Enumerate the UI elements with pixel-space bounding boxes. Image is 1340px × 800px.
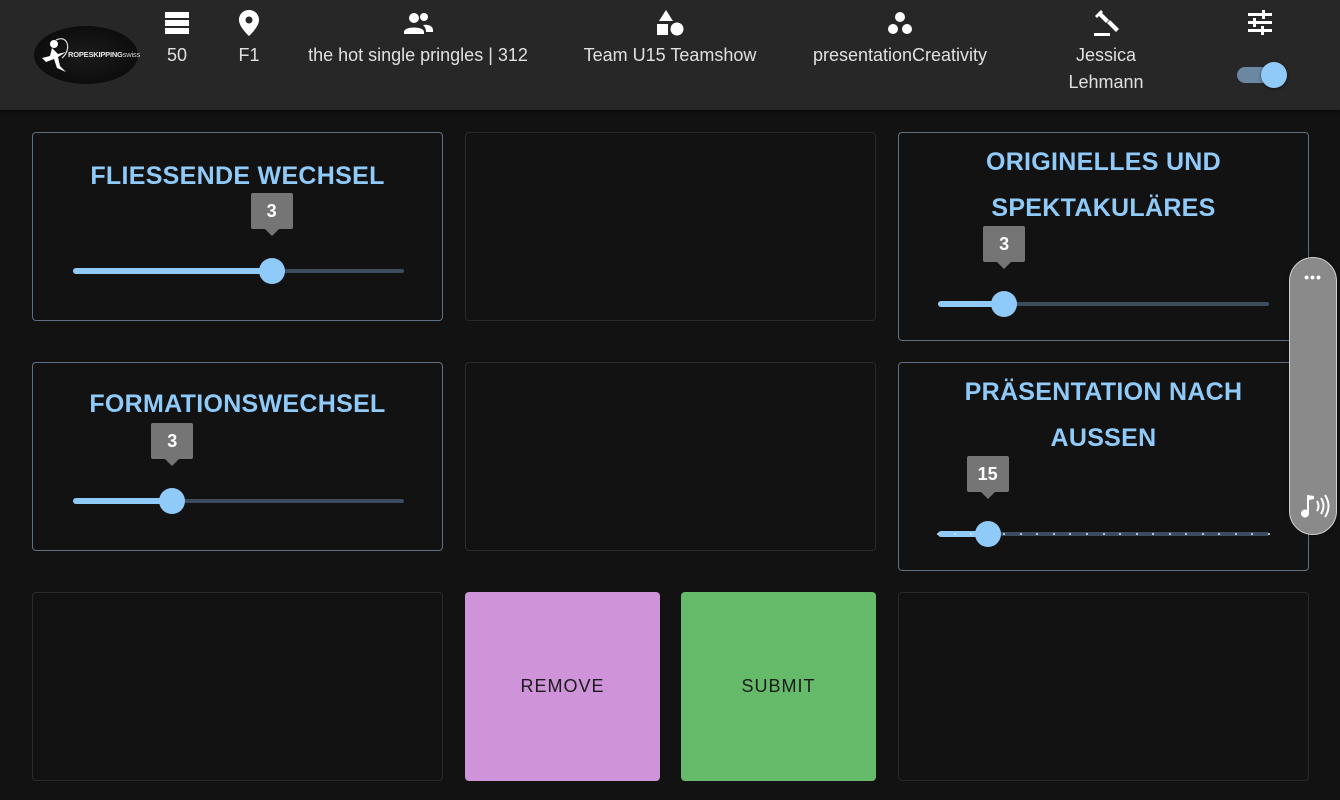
score-card-originelles: ORIGINELLES UND SPEKTAKULÄRES 3 bbox=[898, 132, 1309, 341]
logo-wordmark: ROPESKIPPINGswiss bbox=[68, 50, 140, 59]
empty-card bbox=[465, 362, 876, 551]
category-info: presentationCreativity bbox=[800, 8, 1000, 69]
slider-step-mark bbox=[1102, 533, 1105, 535]
field-name: F1 bbox=[238, 45, 260, 65]
slider-step-mark bbox=[937, 533, 939, 535]
empty-card bbox=[898, 592, 1309, 781]
score-title: FORMATIONSWECHSEL bbox=[89, 390, 386, 418]
heat-info: 50 bbox=[152, 8, 202, 69]
more-horizontal-icon[interactable]: ••• bbox=[1290, 270, 1336, 284]
bubble-chart-icon bbox=[800, 8, 1000, 38]
list-icon bbox=[152, 8, 202, 38]
judge-last-name: Lehmann bbox=[1068, 72, 1144, 92]
score-slider[interactable]: 3 bbox=[938, 226, 1269, 319]
score-title-line-2: AUSSEN bbox=[1050, 424, 1157, 452]
score-card-praesentation: PRÄSENTATION NACH AUSSEN 15 bbox=[898, 362, 1309, 571]
participant-info: the hot single pringles | 312 bbox=[308, 8, 528, 69]
slider-track bbox=[73, 268, 272, 274]
score-title: FLIESSENDE WECHSEL bbox=[90, 162, 385, 190]
empty-card bbox=[465, 132, 876, 321]
slider-value-label: 3 bbox=[151, 423, 194, 466]
field-info: F1 bbox=[224, 8, 274, 69]
slider-track bbox=[73, 498, 173, 504]
score-title-line-2: SPEKTAKULÄRES bbox=[991, 194, 1216, 222]
judge-first-name: Jessica bbox=[1075, 45, 1137, 65]
slider-value-label: 3 bbox=[250, 193, 293, 236]
slider-step-mark bbox=[953, 533, 956, 535]
score-slider[interactable]: 3 bbox=[73, 423, 404, 516]
team-info: Team U15 Teamshow bbox=[570, 8, 770, 69]
settings-toggle-switch[interactable] bbox=[1237, 62, 1287, 88]
settings-menu[interactable] bbox=[1235, 8, 1285, 42]
score-card-formationswechsel: FORMATIONSWECHSEL 3 bbox=[32, 362, 443, 551]
slider-value-label: 3 bbox=[983, 226, 1026, 269]
logo-brand-light: swiss bbox=[122, 50, 141, 59]
slider-step-mark bbox=[1135, 533, 1138, 535]
category-name: presentationCreativity bbox=[812, 45, 988, 65]
gavel-icon bbox=[1046, 8, 1166, 38]
logo-brand-bold: ROPESKIPPING bbox=[68, 50, 123, 59]
group-icon bbox=[308, 8, 528, 38]
slider-thumb[interactable] bbox=[159, 488, 186, 514]
tune-icon[interactable] bbox=[1235, 8, 1285, 38]
empty-card bbox=[32, 592, 443, 781]
ropeskipping-swiss-logo: ROPESKIPPINGswiss bbox=[34, 26, 140, 84]
heat-number: 50 bbox=[166, 45, 188, 65]
slider-thumb[interactable] bbox=[991, 291, 1018, 317]
score-title-line-1: PRÄSENTATION NACH bbox=[964, 378, 1243, 406]
floating-side-panel[interactable]: ••• bbox=[1289, 257, 1337, 535]
slider-thumb[interactable] bbox=[974, 521, 1001, 547]
slider-step-mark bbox=[1201, 533, 1204, 535]
remove-button[interactable]: REMOVE bbox=[465, 592, 660, 781]
judge-info: Jessica Lehmann bbox=[1046, 8, 1166, 96]
slider-value-label: 15 bbox=[966, 456, 1009, 499]
audio-note-icon[interactable] bbox=[1299, 493, 1331, 524]
score-slider[interactable]: 15 bbox=[937, 456, 1270, 549]
slider-thumb[interactable] bbox=[258, 258, 285, 284]
shapes-icon bbox=[570, 8, 770, 38]
location-pin-icon bbox=[224, 8, 274, 38]
slider-step-mark bbox=[1019, 533, 1022, 535]
slider-step-mark bbox=[1085, 533, 1088, 535]
slider-step-mark bbox=[1052, 533, 1055, 535]
top-app-bar: ROPESKIPPINGswiss 50 F1 the hot single p… bbox=[0, 0, 1340, 110]
slider-step-mark bbox=[1168, 533, 1171, 535]
score-title-line-1: ORIGINELLES UND bbox=[985, 148, 1222, 176]
slider-step-mark bbox=[1268, 533, 1270, 535]
slider-step-mark bbox=[1234, 533, 1237, 535]
toggle-thumb[interactable] bbox=[1261, 62, 1287, 88]
participant-name: the hot single pringles | 312 bbox=[308, 45, 528, 65]
score-card-fliessende-wechsel: FLIESSENDE WECHSEL 3 bbox=[32, 132, 443, 321]
score-slider[interactable]: 3 bbox=[73, 193, 404, 286]
submit-button[interactable]: SUBMIT bbox=[681, 592, 876, 781]
team-name: Team U15 Teamshow bbox=[583, 45, 757, 65]
